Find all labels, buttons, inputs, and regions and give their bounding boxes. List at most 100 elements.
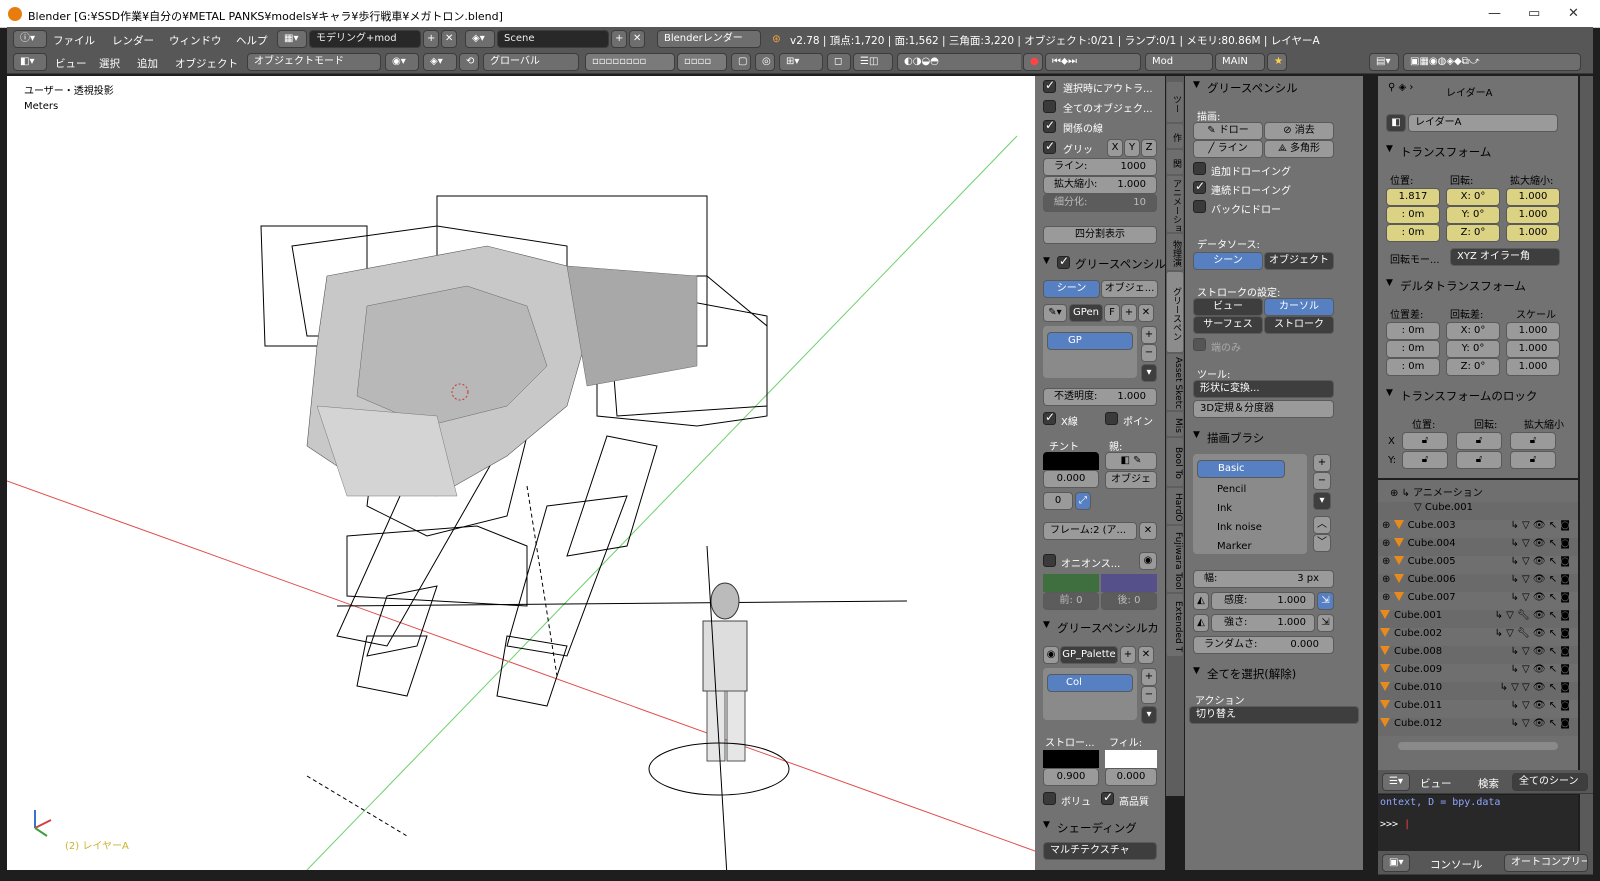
editor-type-console-button[interactable]: ▣▾ bbox=[1382, 854, 1410, 872]
palette-remove-button[interactable]: ✕ bbox=[1138, 646, 1154, 664]
outliner-row[interactable]: Cube.011 ↳ ▽ 👁︎ ↖ ◙ bbox=[1378, 700, 1578, 718]
gp-pencil-icon[interactable]: ✎▾ bbox=[1043, 304, 1067, 322]
delta-transform-header[interactable]: ▼ デルタトランスフォーム bbox=[1378, 274, 1578, 296]
outliner-row[interactable]: ⊕ Cube.007 ↳ ▽ 👁︎ ↖ ◙ bbox=[1378, 592, 1578, 610]
tab-fujiwara-tool[interactable]: Fujiwara Tool bbox=[1167, 526, 1183, 592]
onion-after-field[interactable]: 後: 0 bbox=[1101, 592, 1157, 610]
scale-x-field[interactable]: 1.000 bbox=[1506, 188, 1560, 206]
outliner-row-icons[interactable]: ↳ ▽ 👁︎ ↖ ◙ bbox=[1510, 718, 1570, 729]
brush-remove-button[interactable]: − bbox=[1313, 472, 1331, 490]
frame-field[interactable]: フレーム:2 (ア... bbox=[1043, 522, 1137, 540]
dscale-x-field[interactable]: 1.000 bbox=[1506, 322, 1560, 340]
brush-item[interactable]: Ink noise bbox=[1217, 522, 1262, 533]
tab-animation[interactable]: アニメーション bbox=[1167, 176, 1183, 232]
line-button[interactable]: ╱ ライン bbox=[1193, 140, 1263, 158]
outliner-row[interactable]: Cube.010 ↳ ▽ ▽ 👁︎ ↖ ◙ bbox=[1378, 682, 1578, 700]
lock-header[interactable]: ▼ トランスフォームのロック bbox=[1378, 384, 1578, 406]
scene-field[interactable]: Scene bbox=[497, 30, 609, 48]
remove-layout-button[interactable]: ✕ bbox=[441, 30, 457, 48]
brush-list[interactable]: Basic Pencil Ink Ink noise Marker bbox=[1193, 454, 1307, 554]
grid-scale-field[interactable]: 拡大縮小: 1.000 bbox=[1043, 176, 1157, 194]
sens-curve-icon[interactable]: ◭ bbox=[1193, 592, 1209, 610]
outliner-row-icons[interactable]: ↳ ▽ 👁︎ ↖ ◙ bbox=[1510, 520, 1570, 531]
dscale-y-field[interactable]: 1.000 bbox=[1506, 340, 1560, 358]
close-button[interactable]: ✕ bbox=[1568, 6, 1579, 21]
frame-lock-icon[interactable]: ⤢ bbox=[1075, 492, 1091, 510]
parent-object-field[interactable]: ◧ ✎ bbox=[1105, 452, 1157, 470]
tab-grease-pencil[interactable]: グリースペン bbox=[1167, 272, 1183, 352]
lock-layers-icon[interactable]: ▢ bbox=[731, 53, 751, 71]
draw-button[interactable]: ✎ ドロー bbox=[1193, 122, 1263, 140]
gp-scene-toggle[interactable]: シーン bbox=[1043, 280, 1100, 298]
drot-y-field[interactable]: Y: 0° bbox=[1446, 340, 1500, 358]
remove-scene-button[interactable]: ✕ bbox=[629, 30, 645, 48]
palette-icon[interactable]: ◉ bbox=[1043, 646, 1059, 664]
layers-grid-1[interactable]: ▫▫▫▫▫▫▫▫ bbox=[585, 53, 675, 71]
strength-curve-icon[interactable]: ◭ bbox=[1193, 614, 1209, 632]
parent-type-select[interactable]: オブジェ bbox=[1105, 471, 1157, 489]
palette-datablock-field[interactable]: GP_Palette bbox=[1060, 646, 1118, 664]
brush-move-up-button[interactable]: ︿ bbox=[1313, 516, 1331, 534]
record-button[interactable]: ● bbox=[1023, 53, 1043, 71]
gp-layer-menu-button[interactable]: ▾ bbox=[1141, 364, 1157, 382]
relations-checkbox[interactable] bbox=[1043, 118, 1056, 133]
tab-create[interactable]: 作 bbox=[1167, 124, 1183, 148]
grid-x-toggle[interactable]: X bbox=[1107, 139, 1123, 157]
outliner-row-icons[interactable]: ↳ ▽ 👁︎ ↖ ◙ bbox=[1510, 664, 1570, 675]
view-options-icons[interactable]: ☰◫ bbox=[853, 53, 893, 71]
convert-menu[interactable]: 形状に変換... bbox=[1193, 380, 1334, 398]
select-all-header[interactable]: ▼ 全てを選択(解除) bbox=[1185, 662, 1363, 684]
dscale-z-field[interactable]: 1.000 bbox=[1506, 358, 1560, 376]
outliner-row-icons[interactable]: ↳ ▽ 🔧︎ 👁︎ ↖ ◙ bbox=[1495, 610, 1570, 621]
palette-section-header[interactable]: ▼ グリースペンシルカ bbox=[1035, 616, 1165, 638]
onion-checkbox[interactable] bbox=[1043, 554, 1056, 567]
render-icon[interactable]: ◻ bbox=[827, 53, 851, 71]
outliner-row[interactable]: Cube.012 ↳ ▽ 👁︎ ↖ ◙ bbox=[1378, 718, 1578, 736]
loc-x-field[interactable]: 1.817 bbox=[1386, 188, 1440, 206]
render-engine-select[interactable]: Blenderレンダー bbox=[657, 30, 761, 48]
outliner-row[interactable]: Cube.008 ↳ ▽ 👁︎ ↖ ◙ bbox=[1378, 646, 1578, 664]
outliner-row-icons[interactable]: ↳ ▽ 🔧︎ 👁︎ ↖ ◙ bbox=[1495, 628, 1570, 639]
grid-subdiv-field[interactable]: 細分化: 10 bbox=[1043, 194, 1157, 212]
gp-layer-add-button[interactable]: + bbox=[1141, 326, 1157, 344]
stroke-alpha-field[interactable]: 0.900 bbox=[1043, 768, 1099, 786]
console-menu[interactable]: コンソール bbox=[1430, 857, 1483, 872]
outliner-row-icons[interactable]: ↳ ▽ 👁︎ ↖ ◙ bbox=[1510, 556, 1570, 567]
autocomplete-button[interactable]: オートコンプリー bbox=[1504, 854, 1588, 872]
frame-number-field[interactable]: 0 bbox=[1043, 492, 1073, 510]
brush-move-down-button[interactable]: ﹀ bbox=[1313, 534, 1331, 552]
grid-lines-field[interactable]: ライン: 1000 bbox=[1043, 158, 1157, 176]
add-layout-button[interactable]: + bbox=[423, 30, 439, 48]
properties-context-icons[interactable]: ▣▦◉◍◈◆⧉⤻ bbox=[1403, 53, 1581, 71]
relations-row[interactable]: 関係の線 bbox=[1043, 118, 1157, 136]
orientation-select[interactable]: グローバル bbox=[483, 53, 579, 71]
lock-loc-y-icon[interactable]: 🔓︎ bbox=[1402, 451, 1448, 469]
add-scene-button[interactable]: + bbox=[611, 30, 627, 48]
gp-layer-item[interactable]: GP bbox=[1047, 332, 1133, 350]
tab-tools[interactable]: ツー bbox=[1167, 82, 1183, 122]
brush-item[interactable]: Marker bbox=[1217, 541, 1252, 552]
source-scene-toggle[interactable]: シーン bbox=[1193, 252, 1263, 270]
lock-rot-y-icon[interactable]: 🔓︎ bbox=[1456, 451, 1502, 469]
brush-item[interactable]: Basic bbox=[1197, 460, 1285, 478]
fill-alpha-field[interactable]: 0.000 bbox=[1105, 768, 1157, 786]
outliner-menu-view[interactable]: ビュー bbox=[1420, 776, 1452, 791]
color-add-button[interactable]: + bbox=[1141, 668, 1157, 686]
menu-file[interactable]: ファイル bbox=[53, 33, 95, 48]
mod-keyset-button[interactable]: Mod bbox=[1145, 53, 1213, 71]
outliner-row[interactable]: Cube.002 ↳ ▽ 🔧︎ 👁︎ ↖ ◙ bbox=[1378, 628, 1578, 646]
properties-scrollbar[interactable] bbox=[1580, 76, 1593, 866]
all-objects-checkbox[interactable] bbox=[1043, 100, 1056, 113]
editor-type-3d-button[interactable]: ◧▾ bbox=[13, 53, 47, 71]
brush-add-button[interactable]: + bbox=[1313, 454, 1331, 472]
outliner-row-icons[interactable]: ↳ ▽ 👁︎ ↖ ◙ bbox=[1510, 700, 1570, 711]
viewport-3d[interactable]: ユーザー・透視投影 Meters (2) レイヤーA bbox=[7, 76, 1035, 870]
tint-value-field[interactable]: 0.000 bbox=[1043, 470, 1099, 488]
rot-mode-select[interactable]: XYZ オイラー角 bbox=[1450, 248, 1560, 266]
frame-remove-button[interactable]: ✕ bbox=[1139, 522, 1157, 540]
erase-button[interactable]: ⊘ 消去 bbox=[1264, 122, 1334, 140]
lock-rot-x-icon[interactable]: 🔓︎ bbox=[1456, 432, 1502, 450]
outline-selected-checkbox[interactable] bbox=[1043, 78, 1056, 93]
outliner-row[interactable]: Cube.001 ↳ ▽ 🔧︎ 👁︎ ↖ ◙ bbox=[1378, 610, 1578, 628]
rot-y-field[interactable]: Y: 0° bbox=[1446, 206, 1500, 224]
